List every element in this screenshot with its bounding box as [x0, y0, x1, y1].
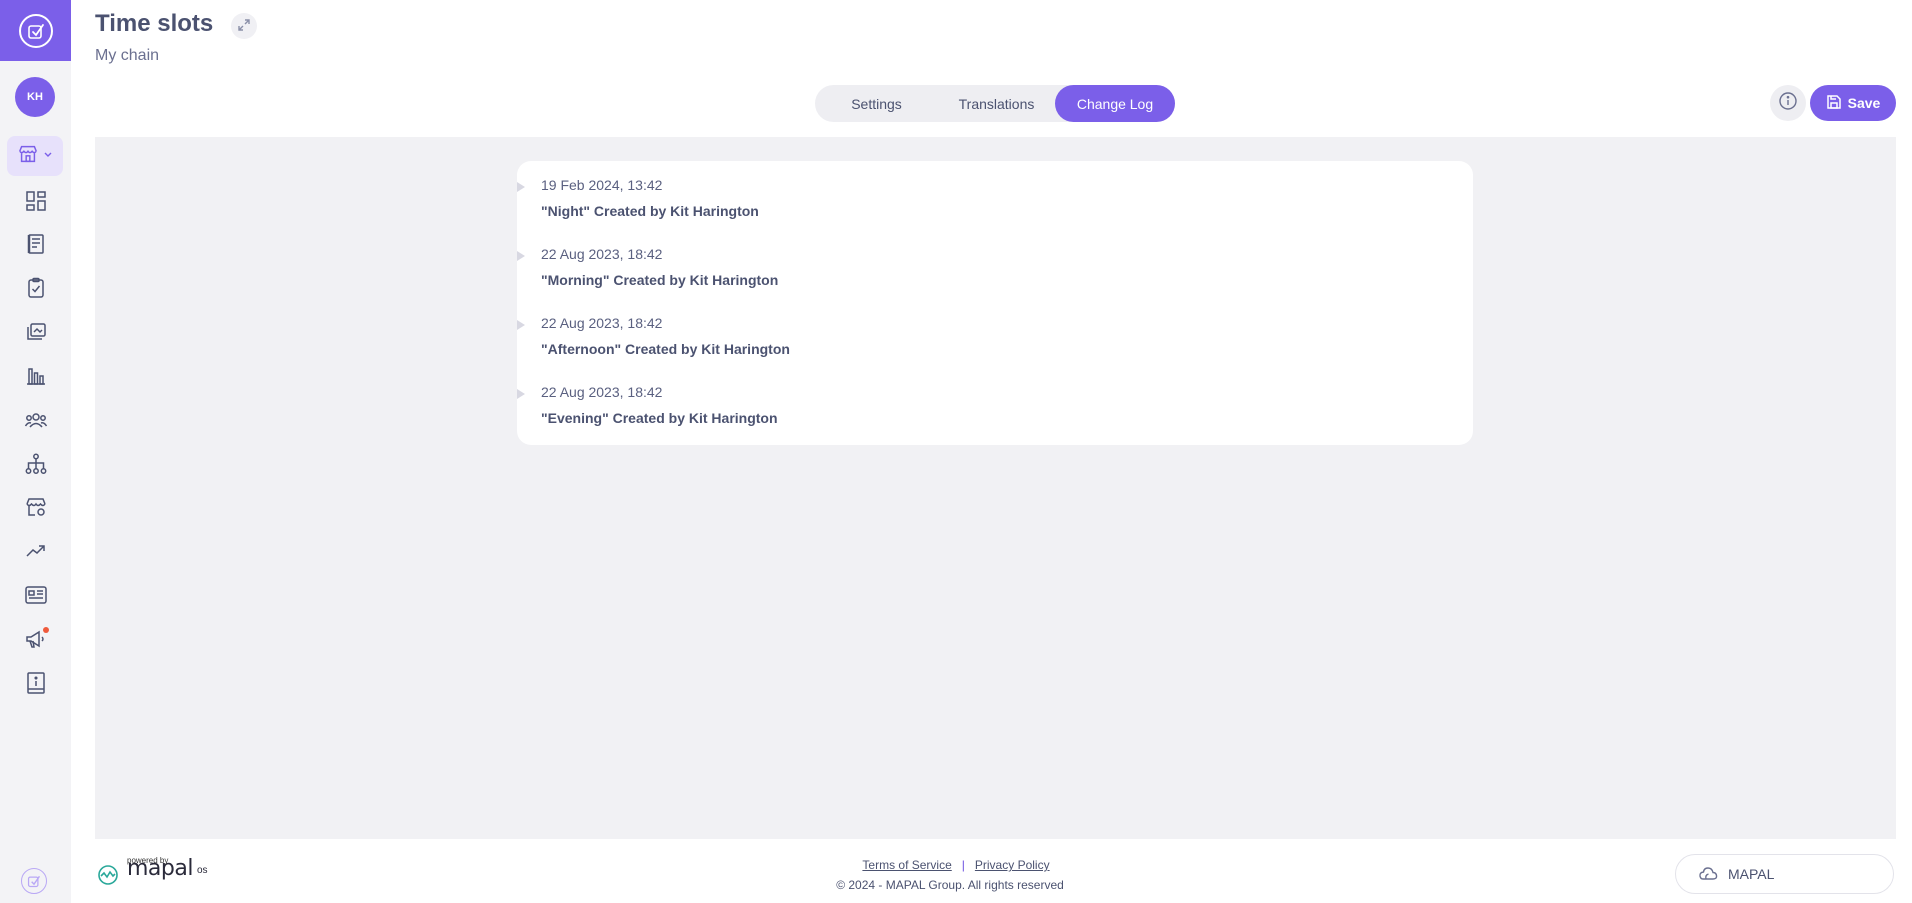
log-date: 22 Aug 2023, 18:42	[541, 384, 663, 400]
save-button[interactable]: Save	[1810, 85, 1896, 121]
clipboard-icon[interactable]	[21, 273, 51, 303]
privacy-link[interactable]: Privacy Policy	[975, 858, 1050, 872]
change-log-entry[interactable]: 22 Aug 2023, 18:42 "Morning" Created by …	[517, 230, 1473, 292]
copyright-text: © 2024 - MAPAL Group. All rights reserve…	[836, 878, 1064, 892]
change-log-entry[interactable]: 22 Aug 2023, 18:42 "Evening" Created by …	[517, 368, 1473, 430]
info-icon	[1778, 91, 1798, 116]
footer-separator: |	[961, 858, 965, 872]
expand-arrow-icon[interactable]	[517, 320, 525, 330]
trend-icon[interactable]	[21, 536, 51, 566]
library-icon[interactable]	[21, 317, 51, 347]
terms-link[interactable]: Terms of Service	[862, 858, 951, 872]
tab-bar: Settings Translations Change Log	[815, 85, 1175, 122]
app-logo[interactable]	[0, 0, 71, 61]
log-date: 19 Feb 2024, 13:42	[541, 177, 663, 193]
main-content: 19 Feb 2024, 13:42 "Night" Created by Ki…	[95, 137, 1896, 839]
people-icon[interactable]	[21, 405, 51, 435]
page-title: Time slots	[95, 10, 214, 37]
news-icon[interactable]	[21, 580, 51, 610]
log-date: 22 Aug 2023, 18:42	[541, 315, 663, 331]
chevron-down-icon	[43, 147, 53, 165]
organization-chip[interactable]: MAPAL	[1675, 854, 1894, 894]
change-log-entry[interactable]: 19 Feb 2024, 13:42 "Night" Created by Ki…	[517, 161, 1473, 223]
save-icon	[1826, 94, 1842, 113]
log-description: "Night" Created by Kit Harington	[541, 203, 759, 219]
user-avatar[interactable]: KH	[15, 77, 55, 117]
sidebar: KH	[0, 0, 71, 903]
tab-settings[interactable]: Settings	[815, 85, 938, 122]
cloud-icon	[1698, 865, 1718, 884]
organization-name: MAPAL	[1728, 866, 1775, 882]
log-date: 22 Aug 2023, 18:42	[541, 246, 663, 262]
save-label: Save	[1847, 95, 1881, 111]
dashboard-icon[interactable]	[21, 186, 51, 216]
expand-icon	[238, 18, 250, 34]
expand-arrow-icon[interactable]	[517, 389, 525, 399]
footer-links: Terms of Service | Privacy Policy	[0, 858, 1912, 872]
store-selector[interactable]	[7, 136, 63, 176]
info-button[interactable]	[1770, 85, 1806, 121]
change-log-card: 19 Feb 2024, 13:42 "Night" Created by Ki…	[517, 161, 1473, 445]
log-description: "Afternoon" Created by Kit Harington	[541, 341, 790, 357]
expand-button[interactable]	[231, 13, 257, 39]
book-icon[interactable]	[21, 229, 51, 259]
expand-arrow-icon[interactable]	[517, 182, 525, 192]
info-book-icon[interactable]	[21, 668, 51, 698]
log-description: "Evening" Created by Kit Harington	[541, 410, 778, 426]
tab-translations[interactable]: Translations	[938, 85, 1055, 122]
expand-arrow-icon[interactable]	[517, 251, 525, 261]
bar-chart-icon[interactable]	[21, 360, 51, 390]
app-logo-icon	[18, 13, 53, 48]
store-settings-icon[interactable]	[21, 492, 51, 522]
notification-dot	[43, 627, 49, 633]
page-subtitle: My chain	[95, 47, 160, 64]
megaphone-icon[interactable]	[21, 624, 51, 654]
log-description: "Morning" Created by Kit Harington	[541, 272, 779, 288]
store-icon	[17, 143, 39, 170]
change-log-entry[interactable]: 22 Aug 2023, 18:42 "Afternoon" Created b…	[517, 299, 1473, 361]
hierarchy-icon[interactable]	[21, 449, 51, 479]
tab-change-log[interactable]: Change Log	[1055, 85, 1175, 122]
